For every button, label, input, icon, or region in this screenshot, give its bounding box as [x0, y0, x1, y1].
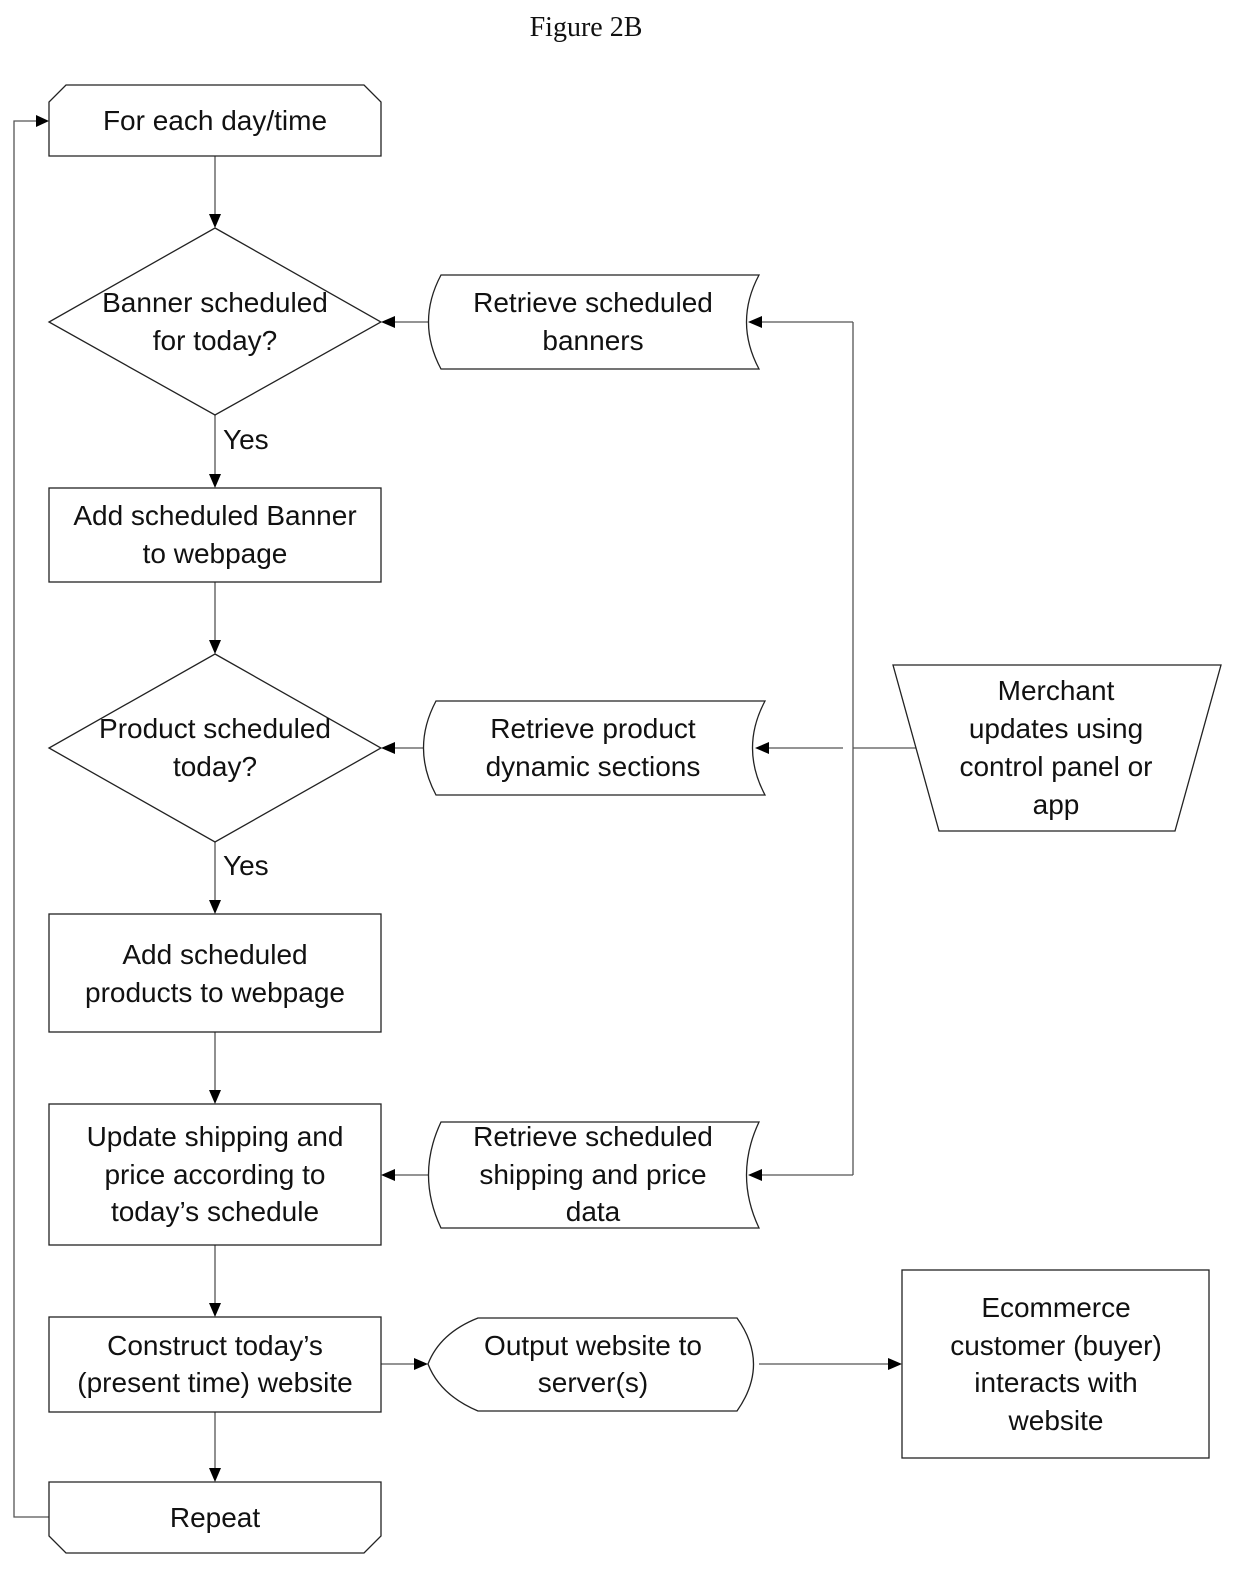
node-output: Output website to server(s) — [427, 1317, 755, 1412]
node-retrieve-shipping: Retrieve scheduled shipping and price da… — [427, 1121, 761, 1229]
arrowhead — [209, 900, 221, 914]
node-label: data — [566, 1196, 621, 1227]
figure-title: Figure 2B — [530, 12, 643, 43]
node-label: banners — [542, 325, 643, 356]
node-start: For each day/time — [48, 84, 382, 157]
arrowhead — [381, 742, 395, 754]
node-construct: Construct today’s (present time) website — [48, 1316, 382, 1413]
arrowhead — [748, 316, 762, 328]
node-label: Retrieve product — [490, 713, 696, 744]
node-label: shipping and price — [479, 1159, 706, 1190]
node-customer: Ecommerce customer (buyer) interacts wit… — [901, 1269, 1210, 1459]
arrowhead — [209, 1468, 221, 1482]
node-label: Add scheduled Banner — [73, 500, 356, 531]
node-label: today’s schedule — [111, 1196, 319, 1227]
node-label: Update shipping and — [87, 1121, 344, 1152]
edge-label-yes: Yes — [223, 850, 269, 881]
node-label: Ecommerce — [981, 1292, 1130, 1323]
node-label: price according to — [104, 1159, 325, 1190]
node-banner-decision: Banner scheduled for today? — [47, 227, 383, 416]
node-label: Retrieve scheduled — [473, 287, 713, 318]
arrowhead — [209, 474, 221, 488]
node-label: for today? — [153, 325, 278, 356]
node-label: Banner scheduled — [102, 287, 328, 318]
decision-diamond — [47, 227, 383, 416]
arrowhead — [209, 214, 221, 228]
node-label: dynamic sections — [486, 751, 701, 782]
node-label: updates using — [969, 713, 1143, 744]
node-retrieve-products: Retrieve product dynamic sections — [422, 700, 767, 796]
node-label: control panel or — [959, 751, 1152, 782]
node-label: customer (buyer) — [950, 1330, 1162, 1361]
node-label: Repeat — [170, 1502, 261, 1533]
node-label: app — [1033, 789, 1080, 820]
node-label: products to webpage — [85, 977, 345, 1008]
node-label: For each day/time — [103, 105, 327, 136]
arrowhead — [414, 1358, 428, 1370]
node-label: Retrieve scheduled — [473, 1121, 713, 1152]
node-label: to webpage — [143, 538, 288, 569]
arrowhead — [748, 1169, 762, 1181]
node-merchant: Merchant updates using control panel or … — [892, 664, 1222, 832]
node-label: today? — [173, 751, 257, 782]
node-update-shipping: Update shipping and price according to t… — [48, 1103, 382, 1246]
arrowhead — [209, 640, 221, 654]
arrowhead — [755, 742, 769, 754]
process-box — [48, 913, 382, 1033]
arrowhead — [209, 1303, 221, 1317]
arrowhead — [381, 1169, 395, 1181]
node-retrieve-banners: Retrieve scheduled banners — [427, 274, 761, 370]
node-label: Construct today’s — [107, 1330, 323, 1361]
node-label: Merchant — [998, 675, 1115, 706]
node-add-banner: Add scheduled Banner to webpage — [48, 487, 382, 583]
node-label: (present time) website — [77, 1367, 352, 1398]
loop-back-connector — [13, 120, 49, 1518]
arrowhead — [209, 1090, 221, 1104]
node-label: Product scheduled — [99, 713, 331, 744]
edge-label-yes: Yes — [223, 424, 269, 455]
node-label: server(s) — [538, 1367, 648, 1398]
node-add-products: Add scheduled products to webpage — [48, 913, 382, 1033]
node-repeat: Repeat — [48, 1481, 382, 1554]
arrowhead — [36, 115, 49, 127]
flowchart: Figure 2B For each day/time Banner sched… — [13, 12, 1222, 1554]
node-label: website — [1008, 1405, 1104, 1436]
node-label: Add scheduled — [122, 939, 307, 970]
node-product-decision: Product scheduled today? — [47, 653, 383, 843]
node-label: interacts with — [974, 1367, 1137, 1398]
node-label: Output website to — [484, 1330, 702, 1361]
arrowhead — [888, 1358, 902, 1370]
decision-diamond — [47, 653, 383, 843]
arrowhead — [381, 316, 395, 328]
